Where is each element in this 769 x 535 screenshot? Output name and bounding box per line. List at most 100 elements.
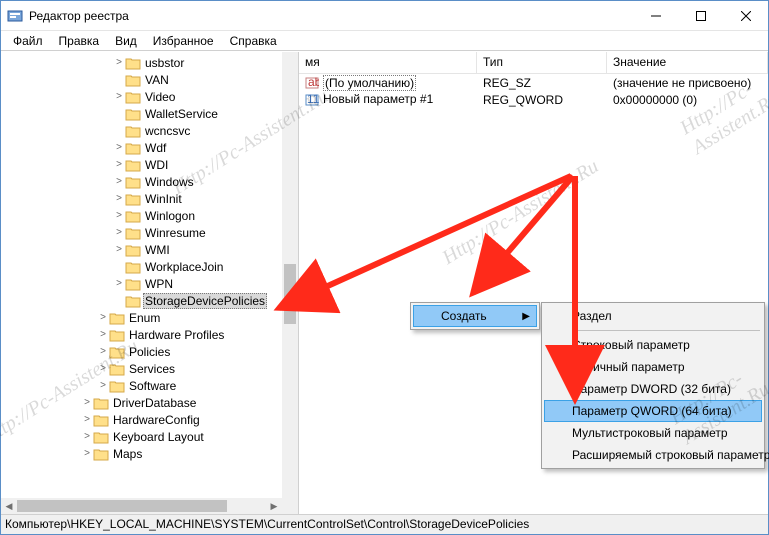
tree-item-label: WinInit bbox=[143, 192, 184, 206]
folder-icon bbox=[125, 107, 141, 121]
list-row[interactable]: 110Новый параметр #1REG_QWORD0x00000000 … bbox=[299, 91, 768, 108]
expander-icon[interactable]: > bbox=[97, 312, 109, 324]
tree-item-label: Enum bbox=[127, 311, 162, 325]
expander-icon[interactable]: > bbox=[97, 346, 109, 358]
tree-item-label: Services bbox=[127, 362, 177, 376]
value-name: (По умолчанию) bbox=[323, 76, 416, 90]
folder-icon bbox=[125, 243, 141, 257]
value-type: REG_QWORD bbox=[477, 93, 607, 107]
tree[interactable]: > usbstor VAN>VideoWalletServicewcncsvc>Wd… bbox=[1, 52, 282, 498]
folder-icon bbox=[109, 311, 125, 325]
value-type: REG_SZ bbox=[477, 76, 607, 90]
expander-icon[interactable]: > bbox=[97, 380, 109, 392]
menu-file[interactable]: Файл bbox=[5, 32, 51, 50]
tree-item[interactable]: >Windows bbox=[1, 173, 282, 190]
tree-item[interactable]: > WDI bbox=[1, 156, 282, 173]
context-submenu-new: Раздел Строковый параметр Двоичный парам… bbox=[541, 302, 765, 469]
tree-item-label: usbstor bbox=[143, 56, 186, 70]
expander-icon[interactable]: > bbox=[81, 397, 93, 409]
expander-icon[interactable]: > bbox=[113, 278, 125, 290]
expander-icon[interactable]: > bbox=[81, 431, 93, 443]
ctx-sub-qword[interactable]: Параметр QWORD (64 бита) bbox=[544, 400, 762, 422]
tree-item[interactable]: WalletService bbox=[1, 105, 282, 122]
menu-edit[interactable]: Правка bbox=[51, 32, 108, 50]
list-row[interactable]: ab(По умолчанию)REG_SZ(значение не присв… bbox=[299, 74, 768, 91]
expander-icon[interactable]: > bbox=[81, 448, 93, 460]
tree-item[interactable]: >Maps bbox=[1, 445, 282, 462]
tree-item-label: WDI bbox=[143, 158, 170, 172]
tree-item[interactable]: >HardwareConfig bbox=[1, 411, 282, 428]
expander-icon[interactable]: > bbox=[113, 91, 125, 103]
tree-item[interactable]: wcncsvc bbox=[1, 122, 282, 139]
expander-icon[interactable]: > bbox=[97, 329, 109, 341]
tree-item[interactable]: > usbstor bbox=[1, 54, 282, 71]
expander-icon[interactable]: > bbox=[113, 57, 125, 69]
tree-item[interactable]: >Winresume bbox=[1, 224, 282, 241]
tree-item-label: StorageDevicePolicies bbox=[143, 293, 267, 309]
col-name[interactable]: мя bbox=[299, 52, 477, 73]
expander-icon[interactable]: > bbox=[113, 227, 125, 239]
tree-vscroll-thumb[interactable] bbox=[284, 264, 296, 324]
tree-item-label: VAN bbox=[143, 73, 171, 87]
tree-item[interactable]: >Keyboard Layout bbox=[1, 428, 282, 445]
folder-icon bbox=[125, 90, 141, 104]
tree-item[interactable]: >Hardware Profiles bbox=[1, 326, 282, 343]
minimize-button[interactable] bbox=[633, 1, 678, 30]
ctx-create[interactable]: Создать ▶ bbox=[413, 305, 537, 327]
expander-icon[interactable]: > bbox=[113, 142, 125, 154]
menubar: Файл Правка Вид Избранное Справка bbox=[1, 31, 768, 51]
folder-icon bbox=[109, 345, 125, 359]
app-icon bbox=[7, 8, 23, 24]
maximize-button[interactable] bbox=[678, 1, 723, 30]
tree-item[interactable]: >DriverDatabase bbox=[1, 394, 282, 411]
tree-item[interactable]: >WPN bbox=[1, 275, 282, 292]
folder-icon bbox=[125, 260, 141, 274]
tree-item-label: WMI bbox=[143, 243, 172, 257]
tree-item[interactable]: >Wdf bbox=[1, 139, 282, 156]
folder-icon bbox=[125, 56, 141, 70]
menu-help[interactable]: Справка bbox=[222, 32, 285, 50]
ctx-sub-expandstring[interactable]: Расширяемый строковый параметр bbox=[544, 444, 762, 466]
expander-icon[interactable]: > bbox=[113, 244, 125, 256]
tree-item[interactable]: StorageDevicePolicies bbox=[1, 292, 282, 309]
ctx-sub-dword[interactable]: Параметр DWORD (32 бита) bbox=[544, 378, 762, 400]
tree-item[interactable]: >Software bbox=[1, 377, 282, 394]
ctx-sub-section[interactable]: Раздел bbox=[544, 305, 762, 327]
ctx-sub-multistring[interactable]: Мультистроковый параметр bbox=[544, 422, 762, 444]
tree-hscroll[interactable]: ◀ ▶ bbox=[1, 498, 282, 514]
tree-hscroll-thumb[interactable] bbox=[17, 500, 227, 512]
expander-icon[interactable]: > bbox=[113, 210, 125, 222]
expander-icon[interactable]: > bbox=[97, 363, 109, 375]
chevron-right-icon: ▶ bbox=[522, 311, 530, 322]
list-body[interactable]: ab(По умолчанию)REG_SZ(значение не присв… bbox=[299, 74, 768, 108]
tree-item[interactable]: > WinInit bbox=[1, 190, 282, 207]
tree-item[interactable]: > Enum bbox=[1, 309, 282, 326]
expander-icon[interactable]: > bbox=[113, 159, 125, 171]
value-icon: ab bbox=[305, 76, 319, 90]
folder-icon bbox=[125, 192, 141, 206]
tree-item[interactable]: > Winlogon bbox=[1, 207, 282, 224]
tree-item[interactable]: > WMI bbox=[1, 241, 282, 258]
hscroll-right-icon[interactable]: ▶ bbox=[266, 498, 282, 514]
expander-icon[interactable]: > bbox=[113, 193, 125, 205]
menu-view[interactable]: Вид bbox=[107, 32, 145, 50]
close-button[interactable] bbox=[723, 1, 768, 30]
tree-vscroll[interactable] bbox=[282, 52, 298, 498]
folder-icon bbox=[109, 362, 125, 376]
tree-item[interactable]: VAN bbox=[1, 71, 282, 88]
menu-fav[interactable]: Избранное bbox=[145, 32, 222, 50]
hscroll-left-icon[interactable]: ◀ bbox=[1, 498, 17, 514]
tree-item[interactable]: >Policies bbox=[1, 343, 282, 360]
col-value[interactable]: Значение bbox=[607, 52, 768, 73]
tree-item[interactable]: WorkplaceJoin bbox=[1, 258, 282, 275]
ctx-sub-string[interactable]: Строковый параметр bbox=[544, 334, 762, 356]
col-type[interactable]: Тип bbox=[477, 52, 607, 73]
expander-icon[interactable]: > bbox=[81, 414, 93, 426]
ctx-sub-binary[interactable]: Двоичный параметр bbox=[544, 356, 762, 378]
tree-item[interactable]: > Services bbox=[1, 360, 282, 377]
tree-item[interactable]: >Video bbox=[1, 88, 282, 105]
expander-icon[interactable]: > bbox=[113, 176, 125, 188]
svg-text:ab: ab bbox=[308, 76, 319, 89]
folder-icon bbox=[125, 226, 141, 240]
tree-item-label: Winlogon bbox=[143, 209, 197, 223]
